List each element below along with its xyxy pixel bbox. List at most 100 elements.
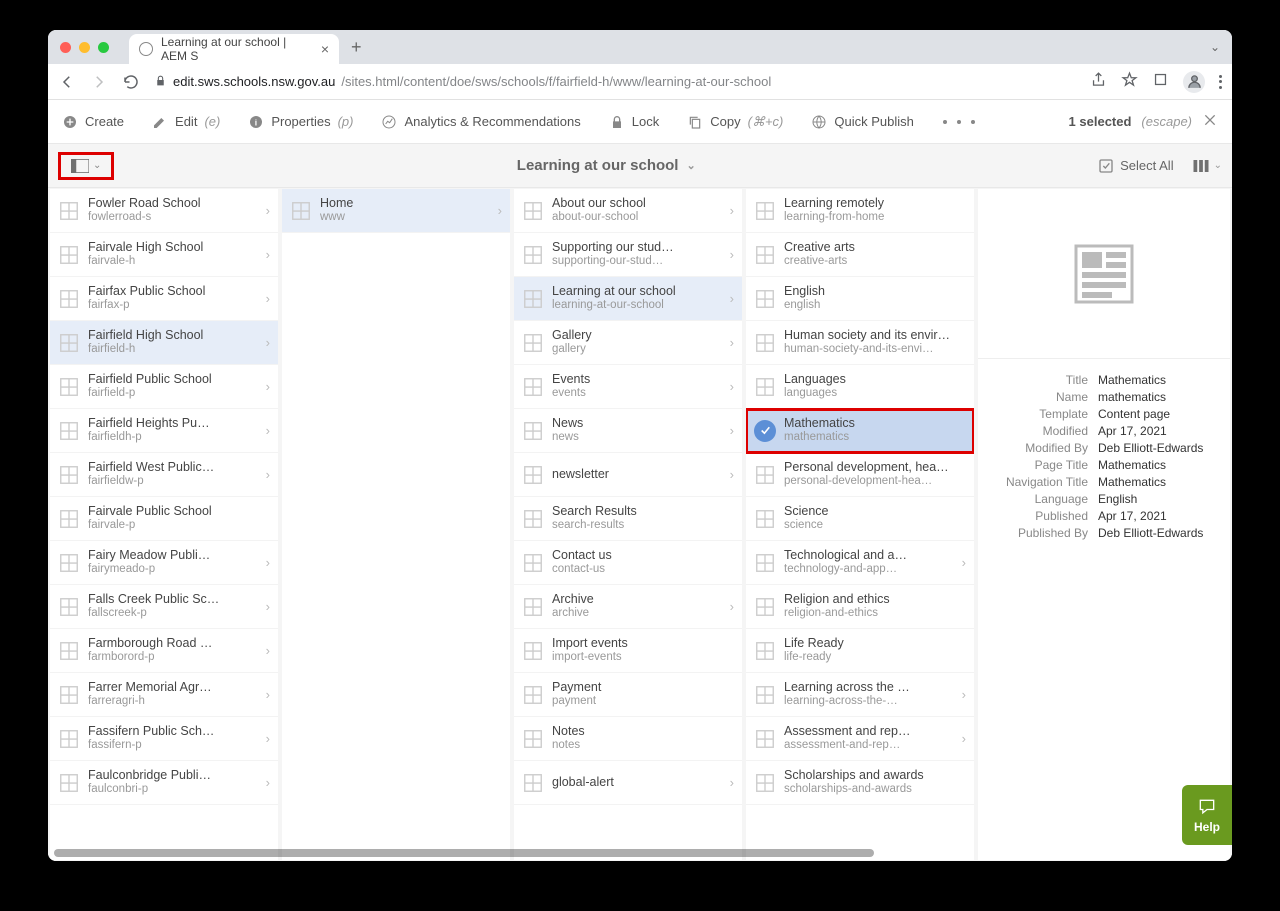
quick-publish-button[interactable]: Quick Publish — [811, 114, 913, 130]
list-item[interactable]: Fairfield High Schoolfairfield-h› — [50, 321, 278, 365]
item-name: english — [784, 299, 966, 313]
list-item[interactable]: Supporting our stud…supporting-our-stud…… — [514, 233, 742, 277]
item-title: Fassifern Public Sch… — [88, 724, 258, 739]
item-title: Fairfax Public School — [88, 284, 258, 299]
list-item[interactable]: Fairfield West Public…fairfieldw-p› — [50, 453, 278, 497]
item-name: religion-and-ethics — [784, 607, 966, 621]
list-item[interactable]: Technological and a…technology-and-app…› — [746, 541, 974, 585]
back-button[interactable] — [58, 73, 76, 91]
list-item[interactable]: Eventsevents› — [514, 365, 742, 409]
list-item[interactable]: Search Resultssearch-results — [514, 497, 742, 541]
rail-toggle-button[interactable]: ⌄ — [58, 152, 114, 180]
list-item[interactable]: Personal development, hea…personal-devel… — [746, 453, 974, 497]
analytics-button[interactable]: Analytics & Recommendations — [381, 114, 580, 130]
list-item[interactable]: Assessment and rep…assessment-and-rep…› — [746, 717, 974, 761]
item-name: fowlerroad-s — [88, 211, 258, 225]
list-item[interactable]: Fairvale Public Schoolfairvale-p — [50, 497, 278, 541]
item-title: About our school — [552, 196, 722, 211]
page-icon — [754, 200, 776, 222]
more-actions-button[interactable] — [942, 120, 977, 124]
profile-avatar[interactable] — [1183, 71, 1205, 93]
page-title[interactable]: Learning at our school ⌄ — [517, 157, 696, 174]
column-site[interactable]: Homewww› — [282, 189, 510, 860]
copy-button[interactable]: Copy(⌘+c) — [687, 114, 783, 130]
view-switcher[interactable]: ⌄ — [1192, 158, 1222, 174]
item-title: Events — [552, 372, 722, 387]
url-field[interactable]: edit.sws.schools.nsw.gov.au/sites.html/c… — [154, 74, 1076, 90]
share-icon[interactable] — [1090, 71, 1107, 93]
column-schools[interactable]: Fowler Road Schoolfowlerroad-s›Fairvale … — [50, 189, 278, 860]
list-item[interactable]: Fairvale High Schoolfairvale-h› — [50, 233, 278, 277]
list-item[interactable]: Scholarships and awardsscholarships-and-… — [746, 761, 974, 805]
close-tab-icon[interactable]: × — [321, 41, 329, 57]
item-name: fairymeado-p — [88, 563, 258, 577]
list-item[interactable]: Learning remotelylearning-from-home — [746, 189, 974, 233]
item-name: news — [552, 431, 722, 445]
list-item[interactable]: Life Readylife-ready — [746, 629, 974, 673]
list-item[interactable]: global-alert› — [514, 761, 742, 805]
list-item[interactable]: Import eventsimport-events — [514, 629, 742, 673]
list-item[interactable]: Human society and its envir…human-societ… — [746, 321, 974, 365]
reload-button[interactable] — [122, 73, 140, 91]
page-icon — [58, 288, 80, 310]
item-title: Learning across the … — [784, 680, 954, 695]
forward-button[interactable] — [90, 73, 108, 91]
help-button[interactable]: Help — [1182, 785, 1232, 845]
column-sections[interactable]: About our schoolabout-our-school›Support… — [514, 189, 742, 860]
maximize-window-icon[interactable] — [98, 42, 109, 53]
list-item[interactable]: Fairfield Public Schoolfairfield-p› — [50, 365, 278, 409]
extensions-icon[interactable] — [1152, 71, 1169, 93]
item-title: News — [552, 416, 722, 431]
list-item[interactable]: Notesnotes — [514, 717, 742, 761]
list-item[interactable]: Learning at our schoollearning-at-our-sc… — [514, 277, 742, 321]
item-title: Search Results — [552, 504, 734, 519]
list-item[interactable]: Mathematicsmathematics — [746, 409, 974, 453]
list-item[interactable]: Religion and ethicsreligion-and-ethics — [746, 585, 974, 629]
browser-tab[interactable]: Learning at our school | AEM S × — [129, 34, 339, 64]
tabs-chevron-icon[interactable]: ⌄ — [1210, 40, 1220, 54]
list-item[interactable]: Learning across the …learning-across-the… — [746, 673, 974, 717]
list-item[interactable]: Faulconbridge Publi…faulconbri-p› — [50, 761, 278, 805]
property-value: Deb Elliott-Edwards — [1098, 441, 1212, 455]
item-name: supporting-our-stud… — [552, 255, 722, 269]
url-path: /sites.html/content/doe/sws/schools/f/fa… — [341, 74, 771, 89]
list-item[interactable]: Paymentpayment — [514, 673, 742, 717]
list-item[interactable]: Fassifern Public Sch…fassifern-p› — [50, 717, 278, 761]
select-all-button[interactable]: Select All — [1098, 158, 1173, 174]
property-key: Modified By — [996, 441, 1088, 455]
window-controls — [60, 42, 109, 53]
list-item[interactable]: Fairfield Heights Pu…fairfieldh-p› — [50, 409, 278, 453]
new-tab-button[interactable]: + — [351, 37, 362, 58]
page-icon — [754, 728, 776, 750]
minimize-window-icon[interactable] — [79, 42, 90, 53]
list-item[interactable]: Archivearchive› — [514, 585, 742, 629]
list-item[interactable]: Contact uscontact-us — [514, 541, 742, 585]
close-window-icon[interactable] — [60, 42, 71, 53]
list-item[interactable]: Languageslanguages — [746, 365, 974, 409]
list-item[interactable]: Creative artscreative-arts — [746, 233, 974, 277]
item-name: events — [552, 387, 722, 401]
list-item[interactable]: newsletter› — [514, 453, 742, 497]
list-item[interactable]: Englishenglish — [746, 277, 974, 321]
list-item[interactable]: About our schoolabout-our-school› — [514, 189, 742, 233]
lock-button[interactable]: Lock — [609, 114, 659, 130]
properties-button[interactable]: iProperties(p) — [248, 114, 353, 130]
browser-menu-icon[interactable] — [1219, 75, 1222, 89]
column-subjects[interactable]: Learning remotelylearning-from-homeCreat… — [746, 189, 974, 860]
aem-action-bar: Create Edit(e) iProperties(p) Analytics … — [48, 100, 1232, 144]
close-selection-button[interactable] — [1202, 112, 1218, 131]
list-item[interactable]: Fairfax Public Schoolfairfax-p› — [50, 277, 278, 321]
create-button[interactable]: Create — [62, 114, 124, 130]
list-item[interactable]: Sciencescience — [746, 497, 974, 541]
item-name: search-results — [552, 519, 734, 533]
list-item[interactable]: Falls Creek Public Sc…fallscreek-p› — [50, 585, 278, 629]
list-item[interactable]: Farrer Memorial Agr…farreragri-h› — [50, 673, 278, 717]
list-item[interactable]: Homewww› — [282, 189, 510, 233]
list-item[interactable]: Farmborough Road …farmborord-p› — [50, 629, 278, 673]
list-item[interactable]: Fairy Meadow Publi…fairymeado-p› — [50, 541, 278, 585]
bookmark-icon[interactable] — [1121, 71, 1138, 93]
list-item[interactable]: Newsnews› — [514, 409, 742, 453]
list-item[interactable]: Gallerygallery› — [514, 321, 742, 365]
list-item[interactable]: Fowler Road Schoolfowlerroad-s› — [50, 189, 278, 233]
edit-button[interactable]: Edit(e) — [152, 114, 220, 130]
